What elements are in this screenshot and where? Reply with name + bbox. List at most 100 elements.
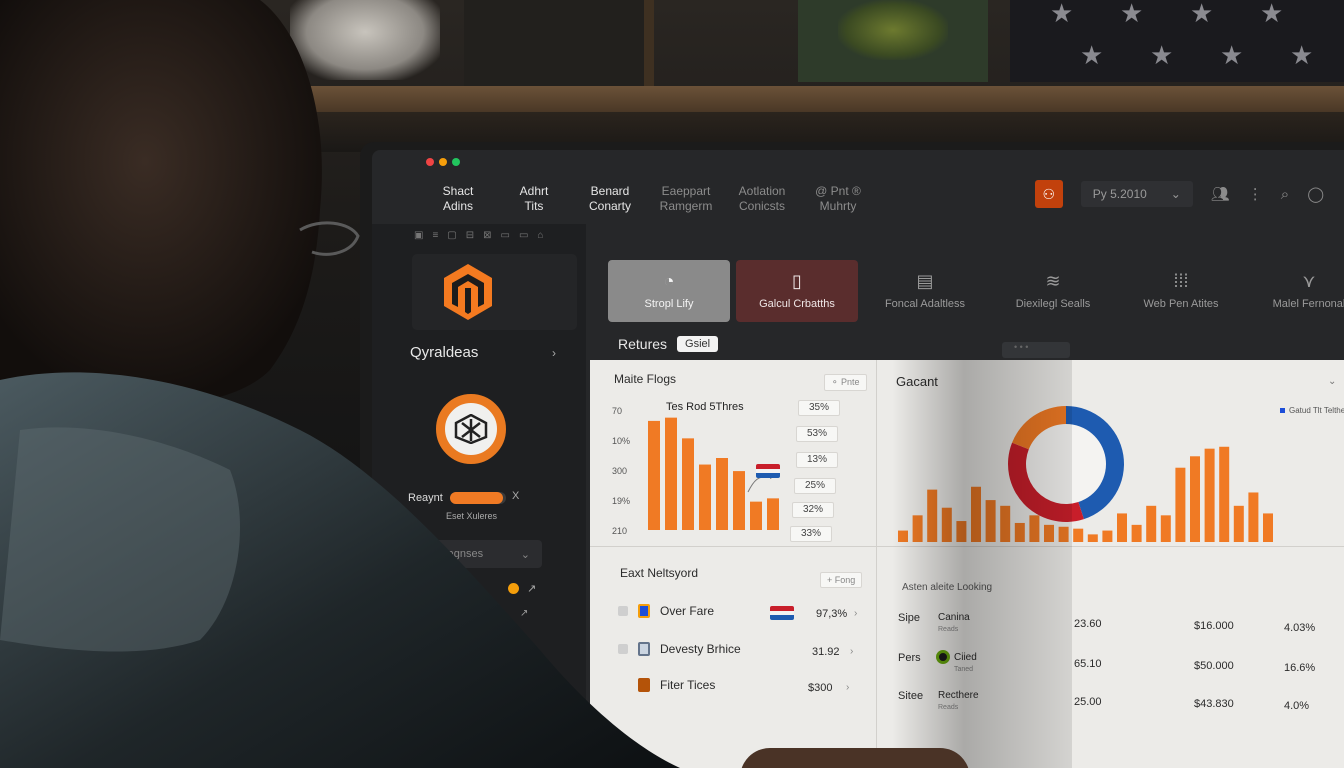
chevron-down-icon: ⌄ [1170, 187, 1181, 201]
bar [1146, 505, 1157, 542]
list-item-label: Fiter Tices [660, 678, 716, 692]
list-item-label: Devesty Brhice [660, 642, 741, 656]
close-dot[interactable] [426, 158, 434, 166]
tool-icon[interactable]: ▣ [414, 230, 423, 241]
lamp [290, 0, 440, 80]
sidebar-dropdown[interactable]: Oaster Viagnses ⌄ [390, 540, 542, 568]
table-cell: 16.6% [1284, 662, 1316, 674]
checkbox[interactable] [618, 606, 628, 616]
list-item[interactable]: Over Fare [618, 604, 714, 618]
tab-malel-fernonal[interactable]: ⋎ Malel Fernonal [1248, 260, 1344, 322]
tool-icon[interactable]: ▭ [501, 230, 510, 241]
bar [1219, 446, 1230, 542]
checkbox[interactable] [618, 644, 628, 654]
tool-icon[interactable]: ⊠ [483, 230, 491, 241]
bar [1058, 526, 1069, 542]
section-header: Retures Gsiel [618, 336, 719, 352]
sidebar-dropdown-label: Oaster Viagnses [402, 548, 484, 560]
tab-stropl-lify[interactable]: ◔ Stropl Lify [608, 260, 730, 322]
menu-line: Ramgerm [659, 199, 713, 213]
menu-line: Aotlation [738, 184, 786, 198]
value-chip: 35% [798, 400, 840, 416]
star-icon: ★ [1290, 40, 1314, 70]
card-button[interactable]: ⚬ Pnte [824, 374, 867, 391]
wooden-shelf [300, 86, 1344, 112]
y-tick-label: 210 [612, 526, 627, 536]
list-item[interactable]: Fiter Tices [618, 678, 715, 692]
menu-item-benard[interactable]: Benard Conarty [582, 184, 638, 214]
progress-fill [450, 492, 504, 504]
menu-item-shact[interactable]: Shact Adins [430, 184, 486, 214]
status-icon [936, 650, 950, 664]
menu-item-aotlation[interactable]: Aotlation Conicsts [734, 184, 790, 214]
table-row[interactable]: Pers Ciied Taned 65.10 $50.000 16.6% [898, 650, 1338, 688]
table-row[interactable]: Sitee Recthere Reads 25.00 $43.830 4.0% [898, 690, 1338, 726]
tool-icon[interactable]: ⌂ [537, 230, 543, 241]
period-select[interactable]: Py 5.2010 ⌄ [1080, 181, 1193, 207]
card-title: Eaxt Neltsyord [620, 566, 699, 580]
tool-icon[interactable]: ≡ [432, 230, 438, 241]
bar [1073, 528, 1084, 542]
progress-close-icon[interactable]: X [512, 490, 519, 502]
y-tick-label: 10% [612, 436, 630, 446]
chevron-down-icon[interactable]: ⌄ [1328, 376, 1336, 387]
menu-line: Shact [442, 184, 474, 198]
table-cell: $43.830 [1194, 698, 1234, 710]
tab-galcul-crbatths[interactable]: ▯ Galcul Crbatths [736, 260, 858, 322]
item-icon [638, 604, 650, 618]
users-icon[interactable]: 👥︎ [1211, 185, 1230, 203]
columns-icon: ⁞⁞⁞ [1173, 271, 1189, 291]
bar [682, 438, 694, 530]
header-pill[interactable]: • • • [1002, 342, 1070, 358]
maximize-dot[interactable] [452, 158, 460, 166]
tab-web-pen-atites[interactable]: ⁞⁞⁞ Web Pen Atites [1120, 260, 1242, 322]
content-panel: Maite Flogs ⚬ Pnte Tes Rod 5Thres 70 10% 3… [590, 360, 1344, 768]
help-icon[interactable]: ◯ [1307, 185, 1324, 203]
tab-label: Diexilegl Sealls [1015, 298, 1091, 310]
account-icon[interactable]: ⚇ [1034, 180, 1063, 208]
star-icon: ★ [1220, 40, 1244, 70]
table-row[interactable]: Sipe Canina Reads 23.60 $16.000 4.03% [898, 612, 1338, 648]
chevron-right-icon[interactable]: › [552, 346, 556, 360]
value-chip: 32% [792, 502, 834, 518]
magento-logo [444, 264, 492, 320]
menu-line: Conicsts [738, 199, 785, 213]
menu-item-adhrt[interactable]: Adhrt Tits [506, 184, 562, 214]
table-cell-name-text: Ciied [954, 652, 977, 663]
menu-item-eaeppart[interactable]: Eaeppart Ramgerm [658, 184, 714, 214]
chevron-right-icon[interactable]: › [854, 608, 857, 619]
menu-item-pnt[interactable]: @ Pnt ® Muhrty [810, 184, 866, 214]
tool-icon[interactable]: ▭ [519, 230, 528, 241]
bar [1175, 467, 1186, 542]
table-cell-key: Sitee [898, 690, 924, 702]
search-icon[interactable]: ⌕ [1281, 186, 1289, 203]
section-chip[interactable]: Gsiel [677, 336, 719, 352]
more-icon[interactable]: ⋮ [1248, 185, 1263, 203]
bar [1000, 505, 1011, 542]
table-cell-key: Sipe [898, 612, 921, 624]
bar [898, 530, 908, 542]
flag-icon [756, 464, 780, 478]
menu-line: Tits [524, 199, 544, 213]
tool-icon[interactable]: ▢ [447, 230, 456, 241]
bar [716, 458, 728, 530]
tool-icon[interactable]: ⊟ [466, 230, 474, 241]
arrow-icon[interactable]: ↗ [527, 582, 536, 595]
bar [971, 486, 981, 542]
table-cell-name-text: Recthere [938, 690, 979, 701]
logo-card [412, 254, 577, 330]
chevron-right-icon[interactable]: › [850, 646, 853, 657]
minimize-dot[interactable] [439, 158, 447, 166]
arrow-icon[interactable]: ↗ [520, 608, 528, 619]
tab-foncal-adaltless[interactable]: ▤ Foncal Adaltless [864, 260, 986, 322]
table-cell: 4.03% [1284, 622, 1316, 634]
menu-line: Conarty [588, 199, 632, 213]
add-button[interactable]: + Fong [820, 572, 863, 588]
status-dot [508, 583, 519, 594]
sidebar-heading[interactable]: Qyraldeas [410, 344, 478, 361]
chevron-right-icon[interactable]: › [846, 682, 849, 693]
list-item[interactable]: Devesty Brhice [618, 642, 741, 656]
bar [1117, 513, 1127, 542]
sidebar-toolbar: ▣ ≡ ▢ ⊟ ⊠ ▭ ▭ ⌂ [414, 230, 543, 241]
tab-diexilegl-sealls[interactable]: ≋ Diexilegl Sealls [992, 260, 1114, 322]
